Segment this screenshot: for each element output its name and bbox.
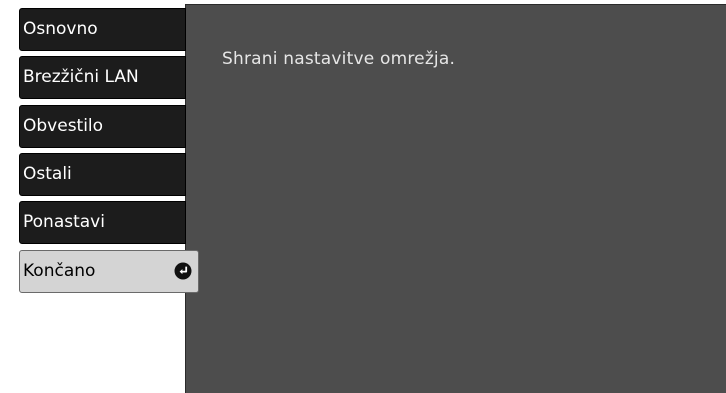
content-panel: Shrani nastavitve omrežja. bbox=[185, 4, 726, 393]
menu-item-koncano[interactable]: Končano bbox=[19, 250, 199, 293]
menu-item-ponastavi[interactable]: Ponastavi bbox=[19, 201, 186, 244]
menu-item-ostali[interactable]: Ostali bbox=[19, 153, 186, 196]
menu-item-brezzicni-lan[interactable]: Brezžični LAN bbox=[19, 56, 186, 99]
menu-item-koncano-label: Končano bbox=[23, 261, 96, 281]
menu-item-osnovno[interactable]: Osnovno bbox=[19, 8, 186, 51]
enter-icon bbox=[174, 262, 192, 280]
menu-item-obvestilo[interactable]: Obvestilo bbox=[19, 105, 186, 148]
content-message: Shrani nastavitve omrežja. bbox=[222, 49, 456, 69]
settings-menu: Osnovno Brezžični LAN Obvestilo Ostali P… bbox=[19, 0, 199, 393]
settings-screen: Shrani nastavitve omrežja. Osnovno Brezž… bbox=[0, 0, 726, 393]
